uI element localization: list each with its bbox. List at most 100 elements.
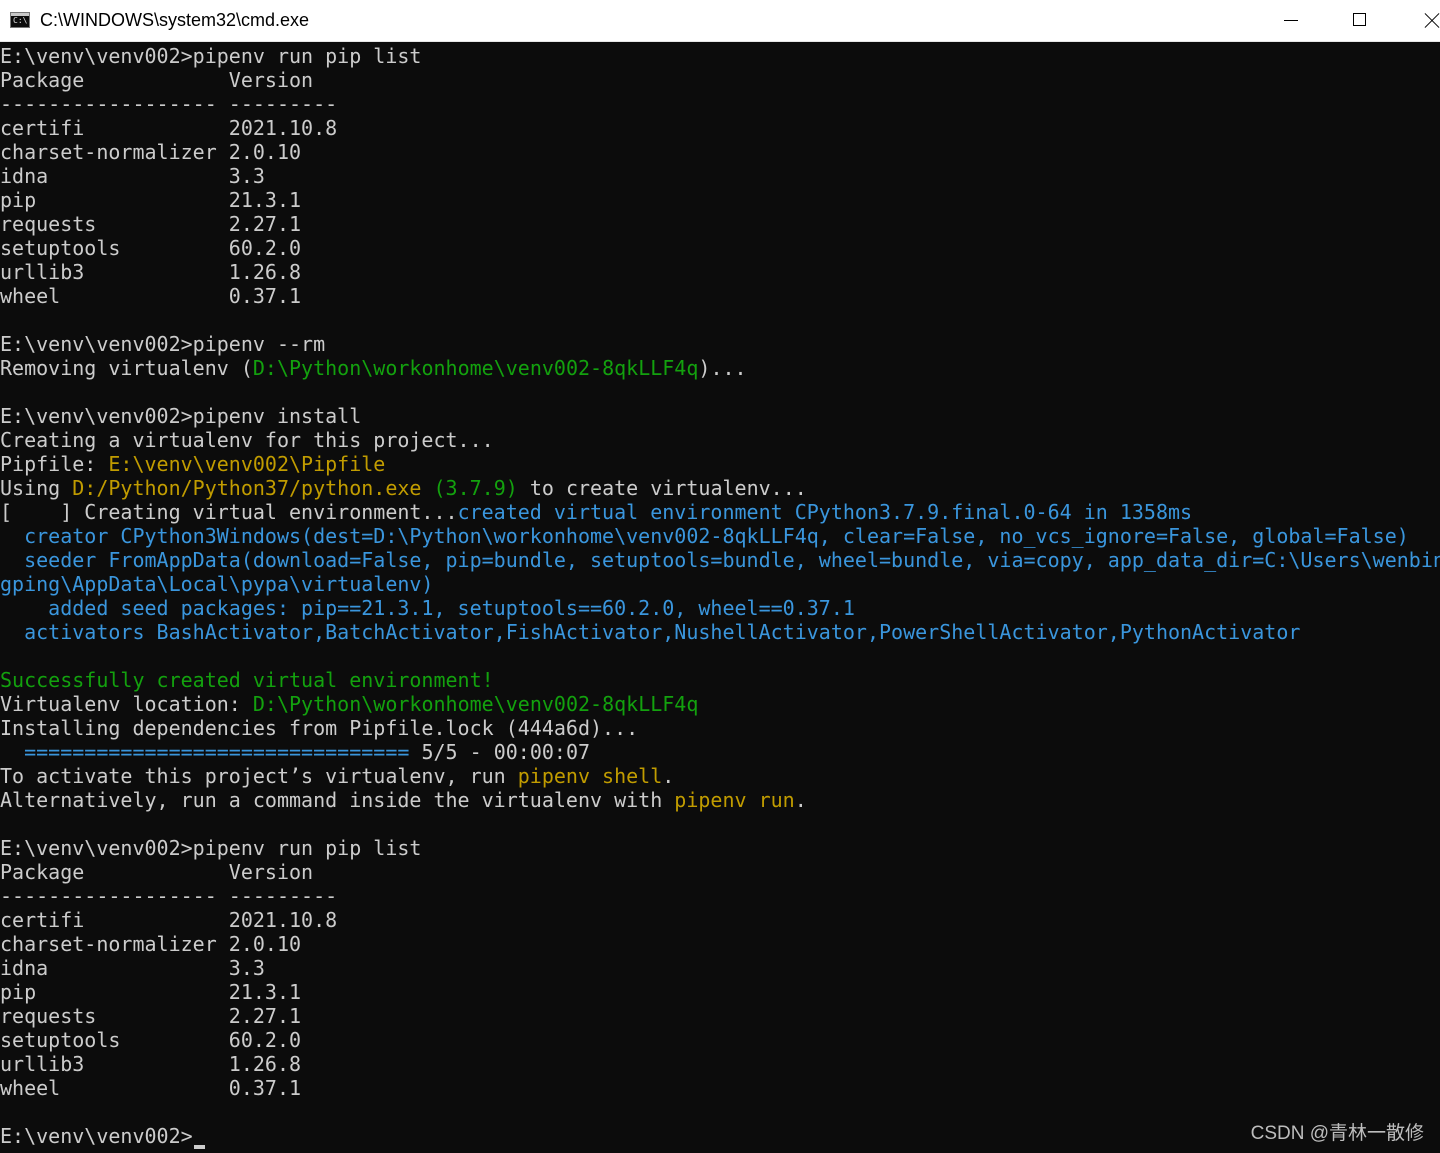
console-line: ------------------ --------- (0, 92, 1440, 116)
console-text: pip 21.3.1 (0, 188, 302, 212)
console-text: . (662, 764, 675, 788)
console-line: Pipfile: E:\venv\venv002\Pipfile (0, 452, 1440, 476)
console-text: D:/Python/Python37/python.exe (72, 476, 422, 500)
console-text: activators BashActivator,BatchActivator,… (0, 620, 1301, 644)
console-output[interactable]: E:\venv\venv002>pipenv run pip list Packa… (0, 44, 1440, 1153)
console-text: E:\venv\venv002>pipenv install (0, 404, 362, 428)
console-text: charset-normalizer 2.0.10 (0, 140, 302, 164)
console-text: Pipfile: (0, 452, 109, 476)
console-text: Successfully created virtual environment… (0, 668, 494, 692)
console-text: urllib3 1.26.8 (0, 1052, 302, 1076)
maximize-button[interactable] (1324, 0, 1394, 41)
console-text: (3.7.9) (433, 476, 518, 500)
cmd-icon-glyph: C:\ (13, 16, 28, 25)
console-text: D:\Python\workonhome\venv002-8qkLLF4q (252, 692, 699, 716)
console-text: requests 2.27.1 (0, 1004, 302, 1028)
console-text: Creating a virtualenv for this project..… (0, 428, 494, 452)
console-line: creator CPython3Windows(dest=D:\Python\w… (0, 524, 1440, 548)
console-text: Using (0, 476, 73, 500)
console-line: setuptools 60.2.0 (0, 236, 1440, 260)
console-text: Virtualenv location: (0, 692, 253, 716)
console-line: seeder FromAppData(download=False, pip=b… (0, 548, 1440, 572)
console-text: requests 2.27.1 (0, 212, 302, 236)
console-text: E:\venv\venv002\Pipfile (108, 452, 386, 476)
console-line: Creating a virtualenv for this project..… (0, 428, 1440, 452)
console-line: certifi 2021.10.8 (0, 908, 1440, 932)
console-line: Alternatively, run a command inside the … (0, 788, 1440, 812)
console-text: Installing dependencies from Pipfile.loc… (0, 716, 639, 740)
console-line: Package Version (0, 860, 1440, 884)
console-line: charset-normalizer 2.0.10 (0, 932, 1440, 956)
console-text: gping\AppData\Local\pypa\virtualenv) (0, 572, 434, 596)
console-line: Successfully created virtual environment… (0, 668, 1440, 692)
console-text: added seed packages: pip==21.3.1, setupt… (0, 596, 855, 620)
console-line: E:\venv\venv002>pipenv run pip list (0, 44, 1440, 68)
console-text: certifi 2021.10.8 (0, 908, 338, 932)
cmd-icon: C:\ (10, 12, 30, 28)
console-text: seeder FromAppData(download=False, pip=b… (0, 548, 1440, 572)
console-line: activators BashActivator,BatchActivator,… (0, 620, 1440, 644)
console-line: ------------------ --------- (0, 884, 1440, 908)
console-text: charset-normalizer 2.0.10 (0, 932, 302, 956)
console-line: charset-normalizer 2.0.10 (0, 140, 1440, 164)
text-cursor (193, 1145, 205, 1149)
console-line: E:\venv\venv002>pipenv run pip list (0, 836, 1440, 860)
console-text: setuptools 60.2.0 (0, 236, 302, 260)
console-text: ================================ (0, 740, 410, 764)
console-text: idna 3.3 (0, 956, 265, 980)
console-line: Removing virtualenv (D:\Python\workonhom… (0, 356, 1440, 380)
console-text: setuptools 60.2.0 (0, 1028, 302, 1052)
console-text: D:\Python\workonhome\venv002-8qkLLF4q (252, 356, 699, 380)
console-line: gping\AppData\Local\pypa\virtualenv) (0, 572, 1440, 596)
watermark: CSDN @青林一散修 (1250, 1123, 1424, 1144)
console-text: Package Version (0, 68, 314, 92)
console-line: certifi 2021.10.8 (0, 116, 1440, 140)
console-text: pipenv shell (517, 764, 663, 788)
console-line: requests 2.27.1 (0, 212, 1440, 236)
console-text: 5/5 - 00:00:07 (409, 740, 591, 764)
console-line: wheel 0.37.1 (0, 1076, 1440, 1100)
minimize-icon (1284, 20, 1298, 21)
console-line: urllib3 1.26.8 (0, 1052, 1440, 1076)
console-line: E:\venv\venv002> (0, 1124, 1440, 1149)
console-text: ------------------ --------- (0, 92, 338, 116)
console-text: . (794, 788, 807, 812)
console-line: To activate this project’s virtualenv, r… (0, 764, 1440, 788)
console-text: pipenv run (674, 788, 795, 812)
console-text: urllib3 1.26.8 (0, 260, 302, 284)
console-line: E:\venv\venv002>pipenv install (0, 404, 1440, 428)
console-text: to create virtualenv... (517, 476, 807, 500)
title-bar[interactable]: C:\ C:\WINDOWS\system32\cmd.exe (0, 0, 1440, 42)
console-line: Using D:/Python/Python37/python.exe (3.7… (0, 476, 1440, 500)
console-line: requests 2.27.1 (0, 1004, 1440, 1028)
console-text: created virtual environment CPython3.7.9… (457, 500, 1193, 524)
maximize-icon (1353, 13, 1366, 26)
console-text: E:\venv\venv002> (0, 1124, 193, 1148)
console-line: E:\venv\venv002>pipenv --rm (0, 332, 1440, 356)
console-line: urllib3 1.26.8 (0, 260, 1440, 284)
console-text: certifi 2021.10.8 (0, 116, 338, 140)
console-line: pip 21.3.1 (0, 188, 1440, 212)
console-line: ================================ 5/5 - 0… (0, 740, 1440, 764)
console-text: wheel 0.37.1 (0, 1076, 302, 1100)
console-text: )... (698, 356, 747, 380)
console-text: E:\venv\venv002>pipenv run pip list (0, 44, 422, 68)
console-text: To activate this project’s virtualenv, r… (0, 764, 518, 788)
close-button[interactable] (1394, 0, 1440, 41)
console-text: idna 3.3 (0, 164, 265, 188)
console-line: Virtualenv location: D:\Python\workonhom… (0, 692, 1440, 716)
console-line: wheel 0.37.1 (0, 284, 1440, 308)
console-line: setuptools 60.2.0 (0, 1028, 1440, 1052)
console-text: Package Version (0, 860, 314, 884)
cmd-window: C:\ C:\WINDOWS\system32\cmd.exe E:\venv\… (0, 0, 1440, 1153)
console-text: wheel 0.37.1 (0, 284, 302, 308)
minimize-button[interactable] (1254, 0, 1324, 41)
console-text: pip 21.3.1 (0, 980, 302, 1004)
console-line: idna 3.3 (0, 164, 1440, 188)
console-text: E:\venv\venv002>pipenv --rm (0, 332, 326, 356)
